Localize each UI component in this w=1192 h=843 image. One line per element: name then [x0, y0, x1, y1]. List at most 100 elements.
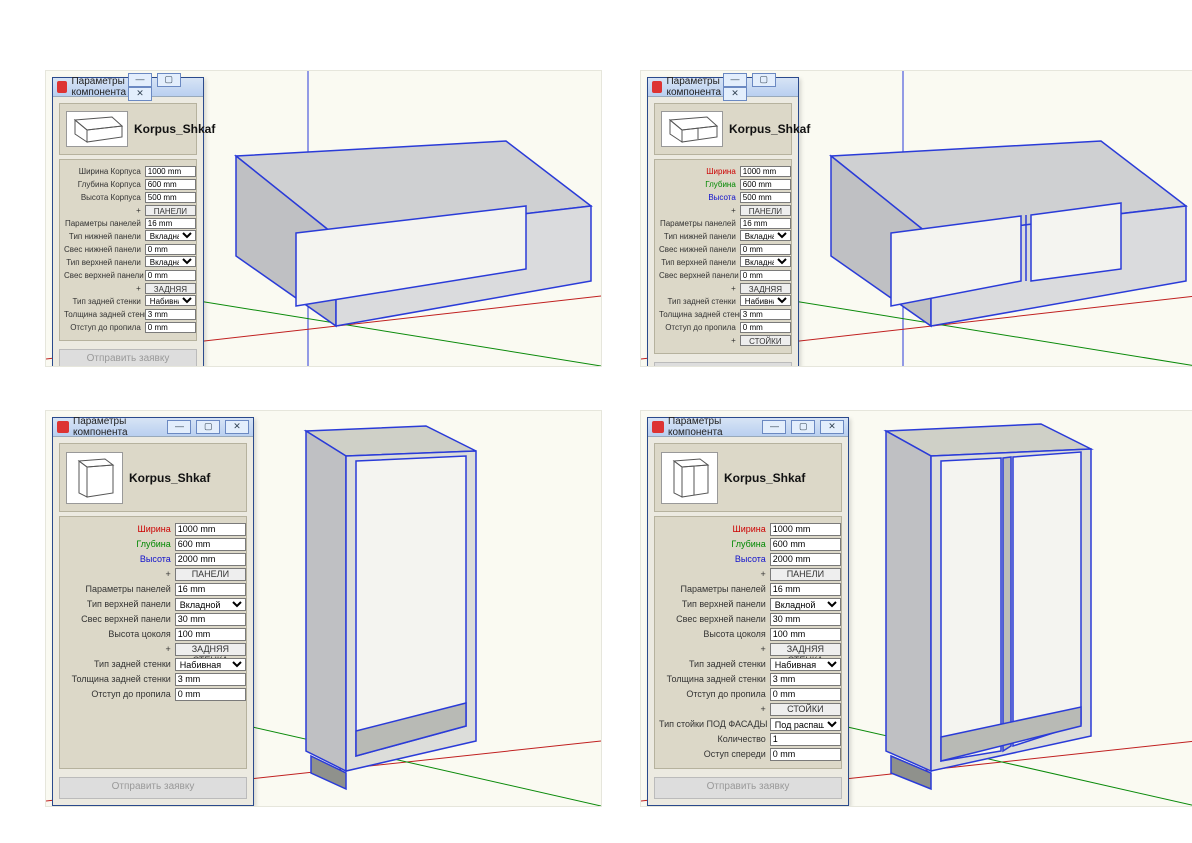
label-width: Ширина	[659, 167, 740, 176]
dialog-title: Параметры компонента	[666, 76, 721, 98]
height-input[interactable]	[175, 553, 246, 566]
window-close-button[interactable]: ✕	[723, 87, 747, 101]
dialog-titlebar[interactable]: Параметры компонента — ▢ ✕	[53, 78, 203, 97]
label-top-over: Свес верхней панели	[64, 614, 175, 624]
back-thickness-input[interactable]	[145, 309, 196, 320]
back-offset-input[interactable]	[175, 688, 246, 701]
back-section-button[interactable]: ЗАДНЯЯ СТЕНКА	[145, 283, 196, 294]
back-section-button[interactable]: ЗАДНЯЯ СТЕНКА	[175, 643, 246, 656]
label-depth: Глубина Корпуса	[64, 180, 145, 189]
window-maximize-button[interactable]: ▢	[752, 73, 776, 87]
back-section-button[interactable]: ЗАДНЯЯ СТЕНКА	[770, 643, 841, 656]
height-input[interactable]	[770, 553, 841, 566]
window-close-button[interactable]: ✕	[820, 420, 844, 434]
back-type-select[interactable]: Набивная	[740, 295, 791, 306]
back-type-select[interactable]: Набивная	[145, 295, 196, 306]
panels-section-button[interactable]: ПАНЕЛИ	[770, 568, 841, 581]
window-minimize-button[interactable]: —	[128, 73, 152, 87]
component-options-dialog[interactable]: Параметры компонента — ▢ ✕ Korpus_Shkaf …	[647, 77, 799, 367]
panels-section-button[interactable]: ПАНЕЛИ	[175, 568, 246, 581]
label-back-off: Отступ до пропила	[64, 689, 175, 699]
depth-input[interactable]	[175, 538, 246, 551]
plinth-height-input[interactable]	[175, 628, 246, 641]
label-back-off: Отступ до пропила	[659, 323, 740, 332]
submit-button[interactable]: Отправить заявку	[654, 777, 842, 799]
bottom-overhang-input[interactable]	[740, 244, 791, 255]
panel-thickness-input[interactable]	[770, 583, 841, 596]
height-input[interactable]	[145, 192, 196, 203]
depth-input[interactable]	[770, 538, 841, 551]
label-height: Высота Корпуса	[64, 193, 145, 202]
back-thickness-input[interactable]	[175, 673, 246, 686]
label-panel-params: Параметры панелей	[64, 584, 175, 594]
top-type-select[interactable]: Вкладная	[145, 256, 196, 267]
width-input[interactable]	[175, 523, 246, 536]
bottom-type-select[interactable]: Вкладная	[145, 230, 196, 241]
component-header: Korpus_Shkaf	[59, 103, 197, 155]
panel-thickness-input[interactable]	[175, 583, 246, 596]
component-thumbnail	[661, 111, 723, 147]
dialog-titlebar[interactable]: Параметры компонента — ▢ ✕	[53, 418, 253, 437]
bottom-type-select[interactable]: Вкладная	[740, 230, 791, 241]
front-offset-input[interactable]	[770, 748, 841, 761]
submit-button[interactable]: Отправить заявку	[59, 349, 197, 367]
post-count-input[interactable]	[770, 733, 841, 746]
width-input[interactable]	[740, 166, 791, 177]
component-options-dialog[interactable]: Параметры компонента — ▢ ✕ Korpus_Shkaf …	[647, 417, 849, 806]
component-options-dialog[interactable]: Параметры компонента — ▢ ✕ Korpus_Shkaf …	[52, 77, 204, 367]
panel-thickness-input[interactable]	[740, 218, 791, 229]
window-minimize-button[interactable]: —	[762, 420, 786, 434]
post-type-select[interactable]: Под распашные	[770, 718, 841, 731]
submit-button[interactable]: Отправить заявку	[654, 362, 792, 367]
depth-input[interactable]	[740, 179, 791, 190]
panels-section-button[interactable]: ПАНЕЛИ	[740, 205, 791, 216]
component-options-dialog[interactable]: Параметры компонента — ▢ ✕ Korpus_Shkaf …	[52, 417, 254, 806]
back-section-button[interactable]: ЗАДНЯЯ СТЕНКА	[740, 283, 791, 294]
panel-thickness-input[interactable]	[145, 218, 196, 229]
component-header: Korpus_Shkaf	[59, 443, 247, 512]
top-overhang-input[interactable]	[770, 613, 841, 626]
panels-section-button[interactable]: ПАНЕЛИ	[145, 205, 196, 216]
top-type-select[interactable]: Вкладной	[770, 598, 841, 611]
label-back-th: Толщина задней стенки	[659, 674, 770, 684]
back-type-select[interactable]: Набивная	[175, 658, 246, 671]
plinth-height-input[interactable]	[770, 628, 841, 641]
width-input[interactable]	[145, 166, 196, 177]
app-icon	[57, 421, 69, 433]
back-offset-input[interactable]	[770, 688, 841, 701]
label-plus: +	[64, 206, 145, 215]
label-plus: +	[64, 284, 145, 293]
label-back-type: Тип задней стенки	[659, 659, 770, 669]
label-height: Высота	[659, 554, 770, 564]
dialog-titlebar[interactable]: Параметры компонента — ▢ ✕	[648, 78, 798, 97]
window-maximize-button[interactable]: ▢	[791, 420, 815, 434]
depth-input[interactable]	[145, 179, 196, 190]
bottom-overhang-input[interactable]	[145, 244, 196, 255]
submit-button[interactable]: Отправить заявку	[59, 777, 247, 799]
window-minimize-button[interactable]: —	[723, 73, 747, 87]
window-maximize-button[interactable]: ▢	[196, 420, 220, 434]
window-maximize-button[interactable]: ▢	[157, 73, 181, 87]
component-title: Korpus_Shkaf	[129, 471, 210, 485]
label-depth: Глубина	[659, 180, 740, 189]
window-minimize-button[interactable]: —	[167, 420, 191, 434]
dialog-titlebar[interactable]: Параметры компонента — ▢ ✕	[648, 418, 848, 437]
top-overhang-input[interactable]	[145, 270, 196, 281]
top-type-select[interactable]: Вкладная	[740, 256, 791, 267]
posts-section-button[interactable]: СТОЙКИ	[740, 335, 791, 346]
back-thickness-input[interactable]	[770, 673, 841, 686]
back-offset-input[interactable]	[740, 322, 791, 333]
back-thickness-input[interactable]	[740, 309, 791, 320]
back-offset-input[interactable]	[145, 322, 196, 333]
top-overhang-input[interactable]	[740, 270, 791, 281]
width-input[interactable]	[770, 523, 841, 536]
height-input[interactable]	[740, 192, 791, 203]
window-close-button[interactable]: ✕	[128, 87, 152, 101]
component-thumbnail	[66, 111, 128, 147]
label-top-type: Тип верхней панели	[64, 258, 145, 267]
posts-section-button[interactable]: СТОЙКИ	[770, 703, 841, 716]
top-overhang-input[interactable]	[175, 613, 246, 626]
back-type-select[interactable]: Набивная	[770, 658, 841, 671]
window-close-button[interactable]: ✕	[225, 420, 249, 434]
top-type-select[interactable]: Вкладной	[175, 598, 246, 611]
